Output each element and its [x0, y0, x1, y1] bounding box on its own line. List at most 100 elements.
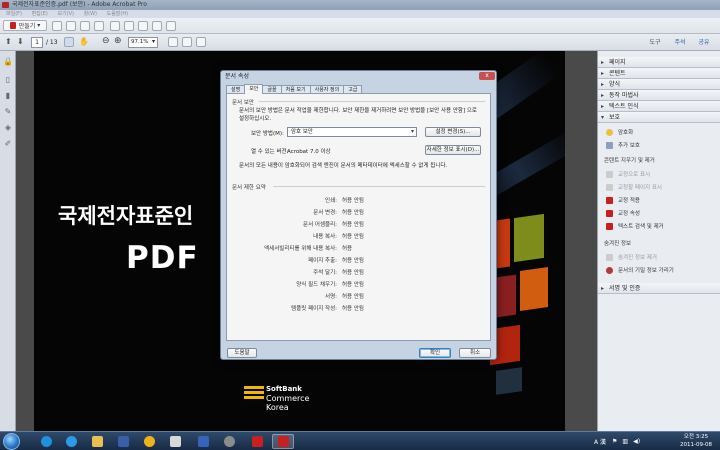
menu-view[interactable]: 보기(V)	[57, 11, 74, 17]
clock[interactable]: 오전 3:25 2011-09-08	[676, 433, 716, 449]
panel-sign-certify[interactable]: 서명 및 인증	[598, 283, 720, 294]
document-title: 국제전자표준인	[58, 204, 194, 228]
viewer-icon	[169, 436, 181, 447]
change-settings-button[interactable]: 설정 변경(S)...	[425, 127, 481, 137]
panel-text-recognition[interactable]: 텍스트 인식	[598, 101, 720, 112]
panel-action-wizard[interactable]: 동작 마법사	[598, 90, 720, 101]
taskbar-app-media[interactable]	[112, 434, 134, 449]
comment-icon[interactable]	[110, 21, 120, 31]
taskbar-app-tools[interactable]	[218, 434, 240, 449]
pages-icon[interactable]: ▯	[3, 75, 13, 85]
select-tool-icon[interactable]	[64, 37, 74, 47]
taskbar-app-red[interactable]	[246, 434, 268, 449]
restriction-label-accessibility: 액세서빌리티를 위해 내용 복사:	[264, 246, 337, 252]
lock-icon[interactable]: 🔒	[3, 57, 13, 67]
document-subtitle: PDF	[126, 240, 199, 276]
navigation-pane: 🔒 ▯ ▮ ✎ ◈ ✐	[0, 51, 16, 431]
system-tray: A 漢 ⚑ ▥ ◀)	[594, 434, 640, 449]
menu-file[interactable]: 파일(F)	[6, 11, 22, 17]
close-icon: x	[485, 72, 489, 79]
read-mode-icon[interactable]	[196, 37, 206, 47]
menu-edit[interactable]: 편집(E)	[32, 11, 48, 17]
taskbar-app-p[interactable]	[192, 434, 214, 449]
ok-button[interactable]: 확인	[419, 348, 451, 358]
signature-icon[interactable]: ✐	[3, 139, 13, 149]
volume-icon[interactable]: ◀)	[633, 438, 640, 445]
taskbar-app-acrobat[interactable]	[272, 434, 294, 449]
apply-redaction-item[interactable]: 교정 적용	[606, 196, 640, 204]
share-tab[interactable]: 공유	[692, 37, 716, 48]
restriction-label-print: 인쇄:	[325, 198, 337, 204]
mark-pages-redaction-item[interactable]: 교정할 페이지 표시	[606, 183, 662, 191]
restriction-value-assembly: 허용 안됨	[342, 222, 364, 228]
panel-pages[interactable]: 페이지	[598, 57, 720, 68]
comment-tab[interactable]: 주석	[668, 37, 692, 48]
mark-for-redaction-item[interactable]: 교정으로 표시	[606, 170, 650, 178]
encrypt-item[interactable]: 암호화	[606, 128, 633, 136]
taskbar-app-chat[interactable]	[138, 434, 160, 449]
edit-icon[interactable]	[124, 21, 134, 31]
tools-tab[interactable]: 도구	[642, 37, 668, 48]
security-method-label: 보안 방법(M):	[251, 131, 284, 137]
cancel-button[interactable]: 취소	[459, 348, 491, 358]
fit-width-icon[interactable]	[182, 37, 192, 47]
redaction-properties-icon	[606, 209, 613, 217]
redaction-properties-item[interactable]: 교정 속성	[606, 209, 640, 217]
layers-icon[interactable]: ◈	[3, 123, 13, 133]
hand-tool-icon[interactable]: ✋	[79, 37, 89, 46]
bookmark-icon[interactable]: ▮	[3, 91, 13, 101]
acrobat-app-icon	[2, 2, 9, 8]
restriction-value-form-fill: 허용 안됨	[342, 282, 364, 288]
zoom-in-icon[interactable]: ⊕	[114, 36, 122, 46]
create-icon	[9, 22, 16, 29]
start-button[interactable]	[3, 433, 20, 450]
tray-flag-icon[interactable]: ⚑	[612, 438, 617, 445]
eraser-icon	[606, 253, 613, 261]
clock-time: 오전 3:25	[683, 434, 709, 440]
show-details-button[interactable]: 자세한 정보 표시(D)...	[425, 145, 481, 155]
restriction-value-changes: 허용 안됨	[342, 210, 364, 216]
page-down-icon[interactable]: ⬇	[17, 37, 24, 46]
restriction-label-assembly: 문서 어셈블리:	[303, 222, 337, 228]
restriction-value-template: 허용 안됨	[342, 306, 364, 312]
save-icon[interactable]	[66, 21, 76, 31]
ime-indicator[interactable]: A 漢	[594, 437, 606, 446]
panel-forms[interactable]: 양식	[598, 79, 720, 90]
panel-content[interactable]: 콘텐트	[598, 68, 720, 79]
dialog-close-button[interactable]: x	[479, 72, 495, 80]
taskbar-app-explorer[interactable]	[86, 434, 108, 449]
clock-date: 2011-09-08	[680, 442, 712, 448]
create-button[interactable]: 만들기 ▾	[3, 20, 47, 31]
more-protection-item[interactable]: 추가 보호	[606, 141, 640, 149]
print-icon[interactable]	[80, 21, 90, 31]
taskbar-app-ie[interactable]	[35, 434, 57, 449]
taskbar-app-ie2[interactable]	[60, 434, 82, 449]
zoom-out-icon[interactable]: ⊖	[102, 36, 110, 46]
page-up-icon[interactable]: ⬆	[5, 37, 12, 46]
tools-icon	[223, 436, 235, 447]
fit-page-icon[interactable]	[168, 37, 178, 47]
highlight-icon[interactable]	[138, 21, 148, 31]
form-icon[interactable]	[166, 21, 176, 31]
taskbar-app-viewer[interactable]	[164, 434, 186, 449]
panel-protection[interactable]: 보호	[598, 112, 720, 123]
page-total: / 13	[46, 39, 58, 46]
open-folder-icon[interactable]	[52, 21, 62, 31]
attachment-icon[interactable]: ✎	[3, 107, 13, 117]
email-icon[interactable]	[94, 21, 104, 31]
page-number-input[interactable]: 1	[31, 37, 43, 48]
menu-window[interactable]: 창(W)	[84, 11, 97, 17]
help-button[interactable]: 도움말	[227, 348, 257, 358]
network-icon[interactable]: ▥	[622, 438, 628, 445]
tab-security[interactable]: 보안	[244, 84, 264, 94]
restriction-value-print: 허용 안됨	[342, 198, 364, 204]
restriction-label-form-fill: 양식 필드 채우기:	[296, 282, 337, 288]
share-icon[interactable]	[152, 21, 162, 31]
sanitize-document-item[interactable]: 문서의 기밀 정보 가리기	[606, 266, 674, 274]
security-method-select[interactable]: 암호 보안	[287, 127, 417, 137]
tile-dark	[496, 367, 522, 395]
remove-hidden-info-item[interactable]: 숨겨진 정보 제거	[606, 253, 657, 261]
search-remove-text-item[interactable]: 텍스트 검색 및 제거	[606, 222, 664, 230]
menu-help[interactable]: 도움말(H)	[107, 11, 128, 17]
chevron-down-icon[interactable]: ▾	[152, 38, 155, 45]
